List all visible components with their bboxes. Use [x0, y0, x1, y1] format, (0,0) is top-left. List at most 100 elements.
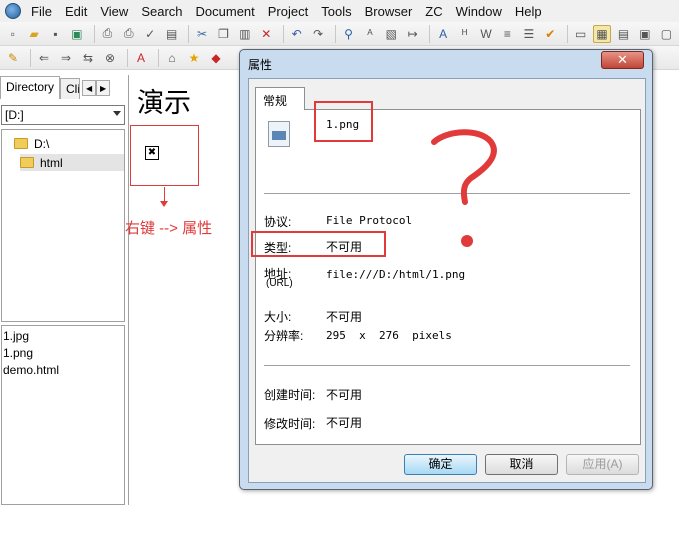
browser-preview-icon[interactable]: ▤: [163, 25, 180, 43]
toolbar-separator: [30, 48, 31, 67]
home-icon[interactable]: ⌂: [163, 49, 181, 67]
undo-icon[interactable]: ↶: [288, 25, 305, 43]
toolbar-separator: [283, 24, 284, 43]
paste-icon[interactable]: ▥: [236, 25, 253, 43]
ok-button[interactable]: 确定: [404, 454, 477, 475]
cut-icon[interactable]: ✂: [193, 25, 210, 43]
panel-tabs: Directory Cli ◀ ▶: [0, 76, 129, 99]
toolbar-separator: [93, 24, 95, 43]
toolbar-separator: [334, 24, 336, 43]
view-split-icon[interactable]: ▦: [593, 24, 611, 43]
directory-panel: Directory Cli ◀ ▶ [D:] D:\ html 1.jpg 1.…: [0, 75, 129, 505]
link-icon[interactable]: ◆: [207, 49, 225, 67]
menu-document[interactable]: Document: [192, 4, 264, 19]
view-source-icon[interactable]: ▭: [572, 25, 589, 43]
tab-directory[interactable]: Directory: [0, 76, 61, 99]
line-numbers-icon[interactable]: ☰: [520, 25, 537, 43]
drive-select[interactable]: [D:]: [1, 105, 125, 125]
word-wrap-icon[interactable]: W: [477, 25, 494, 43]
toolbar-separator: [127, 48, 128, 67]
cancel-button[interactable]: 取消: [485, 454, 558, 475]
redo-icon[interactable]: ↷: [309, 25, 326, 43]
fullscreen-icon[interactable]: ▢: [658, 25, 675, 43]
print-preview-icon[interactable]: ⎙: [99, 25, 116, 43]
tree-item-html[interactable]: html: [20, 154, 124, 171]
tree-item-label: html: [40, 155, 63, 170]
goto-icon[interactable]: ↦: [404, 25, 421, 43]
font-size-icon[interactable]: ᴴ: [456, 25, 473, 43]
menu-project[interactable]: Project: [264, 4, 317, 19]
type-label: 类型:: [264, 241, 292, 255]
validate-icon[interactable]: ✔: [542, 25, 559, 43]
protocol-label: 协议:: [264, 215, 292, 229]
view-design-icon[interactable]: ▤: [615, 25, 632, 43]
list-item[interactable]: demo.html: [3, 363, 59, 379]
delete-icon[interactable]: ✕: [258, 25, 275, 43]
type-value: 不可用: [326, 240, 363, 254]
tree-item-label: D:\: [34, 136, 50, 151]
toolbar-separator: [188, 24, 190, 43]
back-icon[interactable]: ⇐: [35, 49, 53, 67]
forward-icon[interactable]: ⇒: [57, 49, 75, 67]
size-label: 大小:: [264, 310, 292, 324]
menu-edit[interactable]: Edit: [61, 4, 96, 19]
dialog-title: 属性: [248, 58, 273, 72]
indent-icon[interactable]: ≡: [499, 25, 516, 43]
print-icon[interactable]: ⎙: [120, 25, 137, 43]
annotation-text: 右键 --> 属性: [125, 220, 213, 237]
list-item[interactable]: 1.jpg: [3, 329, 29, 345]
copy-icon[interactable]: ❐: [215, 25, 232, 43]
menu-file[interactable]: File: [27, 4, 61, 19]
image-file-icon: [268, 121, 290, 147]
menu-view[interactable]: View: [96, 4, 137, 19]
arrow-down-icon: [160, 201, 168, 207]
broken-image-icon[interactable]: ✖: [145, 146, 159, 160]
open-folder-icon[interactable]: ▰: [25, 25, 42, 43]
tab-scroll-left-icon[interactable]: ◀: [82, 80, 97, 96]
tree-item-drive[interactable]: D:\: [14, 135, 114, 152]
modified-value: 不可用: [326, 416, 363, 430]
apply-button[interactable]: 应用(A): [566, 454, 639, 475]
find-icon[interactable]: ⚲: [340, 25, 357, 43]
menu-zc[interactable]: ZC: [421, 4, 451, 19]
refresh-icon[interactable]: ⇆: [79, 49, 97, 67]
chevron-down-icon: [113, 111, 121, 116]
address-url-label: (URL): [266, 278, 293, 289]
protocol-value: File Protocol: [326, 214, 413, 227]
tab-clips[interactable]: Cli: [60, 78, 81, 99]
save-all-icon[interactable]: ▣: [68, 25, 85, 43]
divider: [264, 365, 630, 366]
font-icon[interactable]: A: [434, 25, 451, 43]
menu-tools[interactable]: Tools: [317, 4, 360, 19]
editor-preview[interactable]: 演示 ✖ 右键 --> 属性: [125, 75, 245, 505]
created-label: 创建时间:: [264, 388, 316, 402]
tab-general[interactable]: 常规: [255, 87, 305, 110]
save-icon[interactable]: ▪: [47, 25, 64, 43]
menu-window[interactable]: Window: [452, 4, 511, 19]
menu-search[interactable]: Search: [137, 4, 191, 19]
address-value: file:///D:/html/1.png: [326, 268, 466, 281]
file-list: 1.jpg 1.png demo.html: [1, 325, 125, 505]
favorites-icon[interactable]: ★: [185, 49, 203, 67]
spell-check-icon[interactable]: ✓: [142, 25, 159, 43]
app-globe-icon[interactable]: [5, 3, 21, 19]
menu-bar: File Edit View Search Document Project T…: [0, 0, 679, 22]
open-folder-icon: [20, 157, 34, 168]
close-button[interactable]: ✕: [601, 51, 644, 69]
stop-icon[interactable]: ⊗: [101, 49, 119, 67]
drive-select-value: [D:]: [5, 108, 24, 122]
resolution-value: 295 x 276 pixels: [326, 329, 452, 342]
new-file-icon[interactable]: ▫: [4, 25, 21, 43]
menu-browser[interactable]: Browser: [361, 4, 422, 19]
find-in-files-icon[interactable]: ▧: [383, 25, 400, 43]
view-browser-icon[interactable]: ▣: [636, 25, 653, 43]
size-value: 不可用: [326, 310, 363, 324]
pencil-icon[interactable]: ✎: [4, 49, 22, 67]
menu-help[interactable]: Help: [511, 4, 551, 19]
tab-scroll-right-icon[interactable]: ▶: [96, 80, 111, 96]
list-item[interactable]: 1.png: [3, 346, 33, 362]
question-mark-annotation: [431, 129, 497, 247]
replace-icon[interactable]: ᴬ: [361, 25, 378, 43]
folder-icon: [14, 138, 28, 149]
text-icon[interactable]: A: [132, 49, 150, 67]
